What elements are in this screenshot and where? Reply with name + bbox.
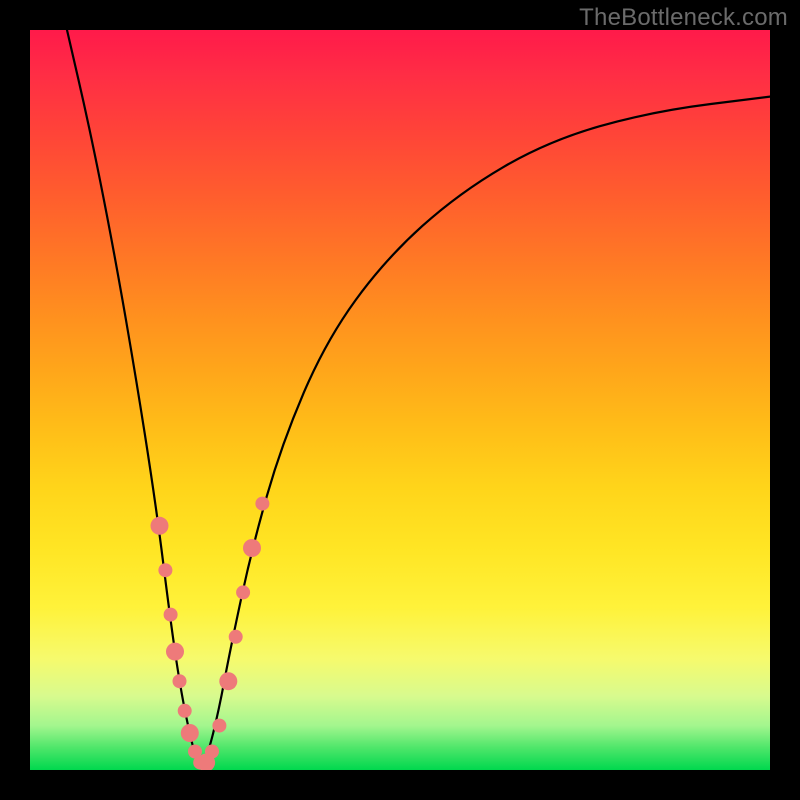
- highlight-dot: [243, 539, 261, 557]
- watermark-text: TheBottleneck.com: [579, 4, 788, 32]
- highlight-dot: [178, 704, 192, 718]
- highlight-dot: [166, 643, 184, 661]
- highlight-dot: [236, 585, 250, 599]
- highlight-dot: [151, 517, 169, 535]
- highlight-dot: [212, 719, 226, 733]
- highlight-dot: [219, 672, 237, 690]
- highlight-dot: [181, 724, 199, 742]
- chart-frame: TheBottleneck.com: [0, 0, 800, 800]
- highlight-dot: [173, 674, 187, 688]
- highlight-dot: [229, 630, 243, 644]
- highlight-dot: [205, 745, 219, 759]
- highlight-dot: [158, 563, 172, 577]
- plot-area: [30, 30, 770, 770]
- highlight-dot: [255, 497, 269, 511]
- highlight-dots: [151, 497, 270, 770]
- highlight-dot: [164, 608, 178, 622]
- curve-svg: [30, 30, 770, 770]
